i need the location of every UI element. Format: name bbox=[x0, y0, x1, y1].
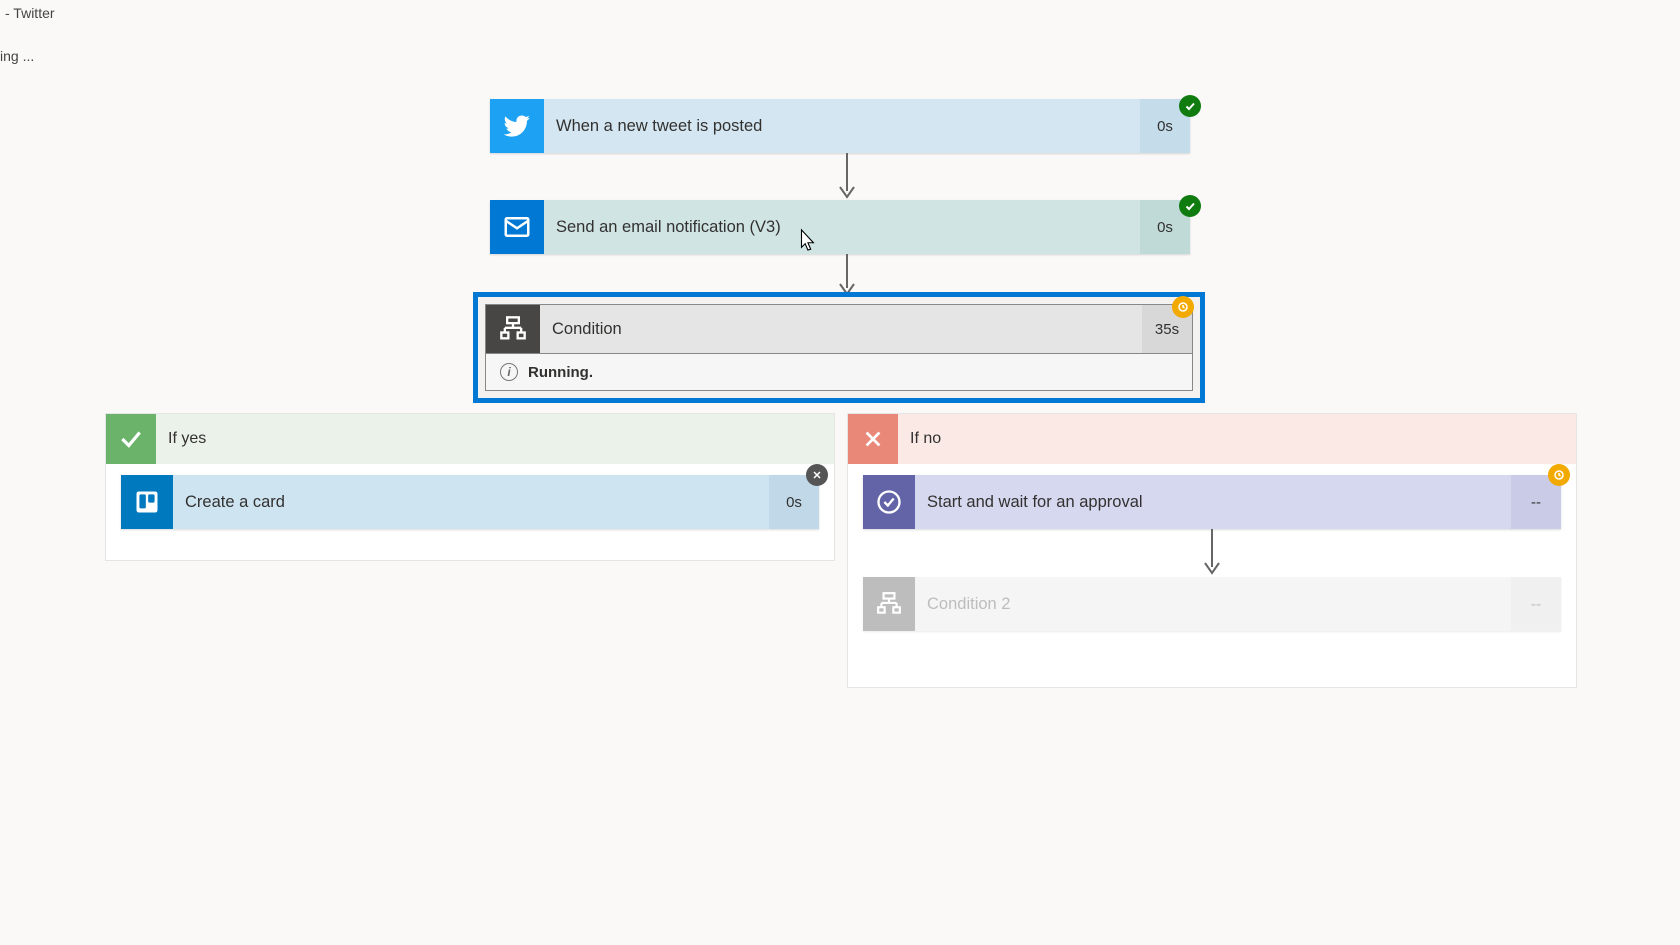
condition-header[interactable]: Condition 35s bbox=[485, 304, 1193, 354]
branch-yes-label: If yes bbox=[156, 414, 834, 464]
condition-icon bbox=[863, 577, 915, 631]
condition2-duration: -- bbox=[1511, 577, 1561, 631]
info-icon: i bbox=[500, 363, 518, 381]
action-step-send-email[interactable]: Send an email notification (V3) 0s bbox=[490, 200, 1190, 254]
condition-icon bbox=[486, 305, 540, 353]
trigger-step-label: When a new tweet is posted bbox=[544, 99, 1140, 153]
cross-icon bbox=[848, 414, 898, 464]
approval-icon bbox=[863, 475, 915, 529]
approval-step-label: Start and wait for an approval bbox=[915, 475, 1511, 529]
twitter-icon bbox=[490, 99, 544, 153]
branch-if-no[interactable]: If no Start and wait for an approval -- … bbox=[847, 413, 1577, 688]
create-card-label: Create a card bbox=[173, 475, 769, 529]
pending-badge-icon bbox=[1172, 296, 1194, 318]
success-badge-icon bbox=[1179, 195, 1201, 217]
condition-2-step[interactable]: Condition 2 -- bbox=[863, 577, 1561, 631]
condition-step[interactable]: Condition 35s i Running. bbox=[473, 292, 1205, 403]
branch-if-yes[interactable]: If yes Create a card 0s bbox=[105, 413, 835, 561]
action-step-create-card[interactable]: Create a card 0s bbox=[121, 475, 819, 529]
condition2-label: Condition 2 bbox=[915, 577, 1511, 631]
condition-status-row: i Running. bbox=[485, 354, 1193, 391]
action-step-start-approval[interactable]: Start and wait for an approval -- bbox=[863, 475, 1561, 529]
condition-running-text: Running. bbox=[528, 364, 593, 381]
browser-tab-title: - Twitter bbox=[0, 0, 55, 26]
condition-label: Condition bbox=[540, 305, 1142, 353]
branch-no-header[interactable]: If no bbox=[848, 414, 1576, 464]
cancelled-badge-icon bbox=[806, 464, 828, 486]
trigger-step-twitter[interactable]: When a new tweet is posted 0s bbox=[490, 99, 1190, 153]
success-badge-icon bbox=[1179, 95, 1201, 117]
loading-indicator: ing ... bbox=[0, 48, 34, 64]
branch-yes-header[interactable]: If yes bbox=[106, 414, 834, 464]
pending-badge-icon bbox=[1548, 464, 1570, 486]
flow-connector-arrow bbox=[848, 529, 1576, 577]
branch-no-label: If no bbox=[898, 414, 1576, 464]
check-icon bbox=[106, 414, 156, 464]
flow-connector-arrow bbox=[838, 153, 840, 201]
email-step-label: Send an email notification (V3) bbox=[544, 200, 1140, 254]
trello-icon bbox=[121, 475, 173, 529]
mail-icon bbox=[490, 200, 544, 254]
